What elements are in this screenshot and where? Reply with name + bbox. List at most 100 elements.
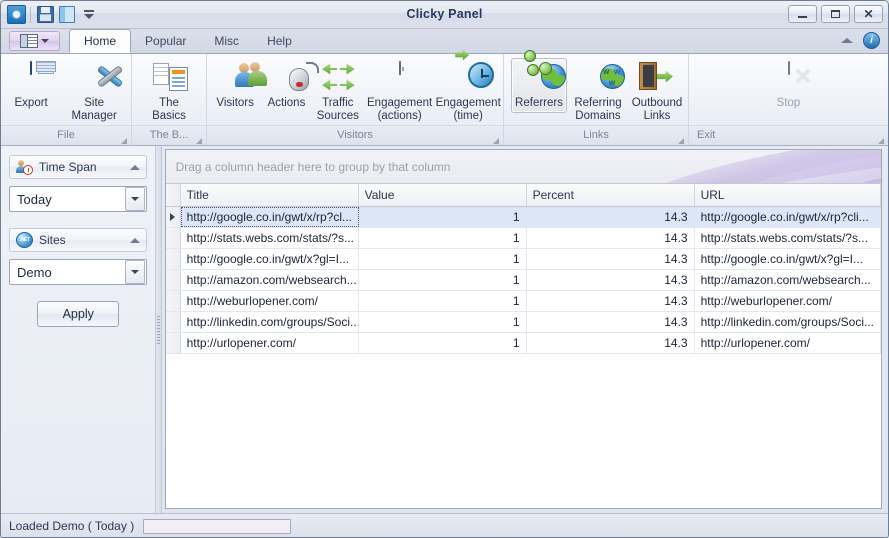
cell-value[interactable]: 1 (359, 291, 527, 311)
network-globe-icon (523, 50, 567, 94)
column-header-percent[interactable]: Percent (527, 184, 695, 206)
cell-percent[interactable]: 14.3 (527, 249, 695, 269)
apply-button[interactable]: Apply (37, 301, 120, 327)
cell-url[interactable]: http://stats.webs.com/stats/?s... (695, 228, 881, 248)
help-info-icon[interactable]: i (863, 32, 880, 49)
main-body: Time Span Today Sites Demo Apply (1, 146, 888, 513)
cell-percent[interactable]: 14.3 (527, 333, 695, 353)
site-manager-button[interactable]: Site Manager (60, 58, 128, 125)
engagement-time-button[interactable]: Engagement (time) (436, 49, 501, 125)
cell-percent[interactable]: 14.3 (527, 270, 695, 290)
cell-percent[interactable]: 14.3 (526, 207, 695, 227)
column-header-value[interactable]: Value (359, 184, 527, 206)
cell-percent[interactable]: 14.3 (527, 228, 695, 248)
referring-domains-button[interactable]: w w w Referring Domains (569, 58, 627, 125)
tab-help[interactable]: Help (253, 30, 306, 53)
cell-title[interactable]: http://google.co.in/gwt/x?gl=I... (181, 249, 359, 269)
time-span-combo[interactable]: Today (9, 186, 148, 212)
the-basics-button[interactable]: The Basics (135, 58, 203, 125)
traffic-sources-button[interactable]: Traffic Sources (313, 58, 363, 125)
actions-button-label: Actions (267, 97, 306, 109)
cell-percent[interactable]: 14.3 (527, 312, 695, 332)
cell-value[interactable]: 1 (359, 228, 527, 248)
column-header-title[interactable]: Title (181, 184, 359, 206)
ribbon-group-caption-file: File (1, 125, 131, 145)
window-title: Clicky Panel (406, 7, 483, 21)
maximize-button[interactable] (821, 5, 850, 23)
ribbon-group-links: Referrers w w w Referring Domains Outbou… (503, 50, 688, 145)
column-header-url[interactable]: URL (695, 184, 881, 206)
door-exit-icon (638, 62, 673, 94)
tab-misc[interactable]: Misc (200, 30, 253, 53)
close-button[interactable]: ✕ (854, 5, 883, 23)
ribbon-tabs: Home Popular Misc Help (69, 29, 306, 53)
cell-value[interactable]: 1 (358, 207, 527, 227)
cell-title[interactable]: http://linkedin.com/groups/Soci... (181, 312, 359, 332)
group-caption-text: File (57, 129, 75, 141)
table-row[interactable]: http://stats.webs.com/stats/?s... 1 14.3… (165, 228, 881, 249)
chevron-down-icon[interactable] (125, 260, 146, 284)
grid-container: Drag a column header here to group by th… (162, 146, 888, 513)
cell-title[interactable]: http://google.co.in/gwt/x/rp?cl... (180, 207, 359, 227)
stop-button[interactable]: Stop (763, 58, 815, 113)
table-row[interactable]: http://google.co.in/gwt/x/rp?cl... 1 14.… (165, 207, 881, 228)
minimize-button[interactable] (788, 5, 817, 23)
cell-title[interactable]: http://amazon.com/websearch... (181, 270, 359, 290)
cell-title[interactable]: http://stats.webs.com/stats/?s... (181, 228, 359, 248)
sites-value: Demo (17, 264, 52, 280)
cell-url[interactable]: http://amazon.com/websearch... (695, 270, 881, 290)
dialog-launcher-icon[interactable] (678, 132, 684, 144)
cell-percent[interactable]: 14.3 (527, 291, 695, 311)
dialog-launcher-icon[interactable] (878, 132, 884, 144)
time-span-icon (16, 159, 33, 175)
table-row[interactable]: http://amazon.com/websearch... 1 14.3 ht… (165, 270, 881, 291)
table-row[interactable]: http://google.co.in/gwt/x?gl=I... 1 14.3… (165, 249, 881, 270)
sites-title: Sites (39, 233, 66, 247)
dialog-launcher-icon[interactable] (121, 132, 127, 144)
table-row[interactable]: http://weburlopener.com/ 1 14.3 http://w… (165, 291, 881, 312)
collapse-ribbon-icon[interactable] (841, 38, 853, 43)
cell-value[interactable]: 1 (359, 249, 527, 269)
table-row[interactable]: http://linkedin.com/groups/Soci... 1 14.… (165, 312, 881, 333)
referrers-button[interactable]: Referrers (511, 50, 568, 113)
tab-home[interactable]: Home (69, 29, 132, 53)
cell-url[interactable]: http://google.co.in/gwt/x?gl=I... (695, 249, 881, 269)
group-caption-text: The B... (149, 129, 189, 141)
actions-button[interactable]: Actions (262, 58, 320, 113)
application-menu-button[interactable] (9, 31, 60, 51)
dialog-launcher-icon[interactable] (493, 132, 499, 144)
ribbon-group-the-basics: The Basics The B... (131, 54, 206, 145)
visitors-button[interactable]: Visitors (210, 58, 268, 113)
cell-url[interactable]: http://weburlopener.com/ (695, 291, 881, 311)
tab-popular[interactable]: Popular (131, 30, 200, 53)
engagement-actions-button[interactable]: Engagement (actions) (365, 58, 434, 125)
outbound-links-button[interactable]: Outbound Links (629, 58, 685, 125)
sites-combo[interactable]: Demo (9, 259, 148, 285)
cell-title[interactable]: http://weburlopener.com/ (181, 291, 359, 311)
table-row[interactable]: http://urlopener.com/ 1 14.3 http://urlo… (165, 333, 881, 354)
cell-url[interactable]: http://google.co.in/gwt/x/rp?cli... (694, 207, 881, 227)
sites-group-header[interactable]: Sites (9, 228, 148, 252)
cell-title[interactable]: http://urlopener.com/ (181, 333, 359, 353)
cell-value[interactable]: 1 (359, 333, 527, 353)
data-grid: Drag a column header here to group by th… (164, 149, 882, 509)
progress-bar (143, 518, 292, 534)
ribbon-group-exit: Stop Exit (688, 54, 888, 145)
cell-value[interactable]: 1 (359, 270, 527, 290)
time-span-group-header[interactable]: Time Span (9, 155, 148, 179)
group-by-panel[interactable]: Drag a column header here to group by th… (165, 150, 881, 184)
chevron-up-icon[interactable] (130, 164, 141, 170)
export-button-label: Export (14, 97, 48, 109)
cell-url[interactable]: http://linkedin.com/groups/Soci... (695, 312, 881, 332)
cell-url[interactable]: http://urlopener.com/ (695, 333, 881, 353)
chevron-down-icon[interactable] (125, 187, 146, 211)
dotnet-globe-icon (16, 232, 33, 248)
ribbon-tab-strip: Home Popular Misc Help i (1, 29, 888, 54)
row-indicator (165, 207, 181, 227)
users-icon (219, 62, 268, 94)
cell-value[interactable]: 1 (359, 312, 527, 332)
dialog-launcher-icon[interactable] (196, 132, 202, 144)
chevron-up-icon[interactable] (130, 237, 141, 243)
decorative-swoosh (666, 150, 881, 183)
export-button[interactable]: Export (4, 58, 58, 113)
